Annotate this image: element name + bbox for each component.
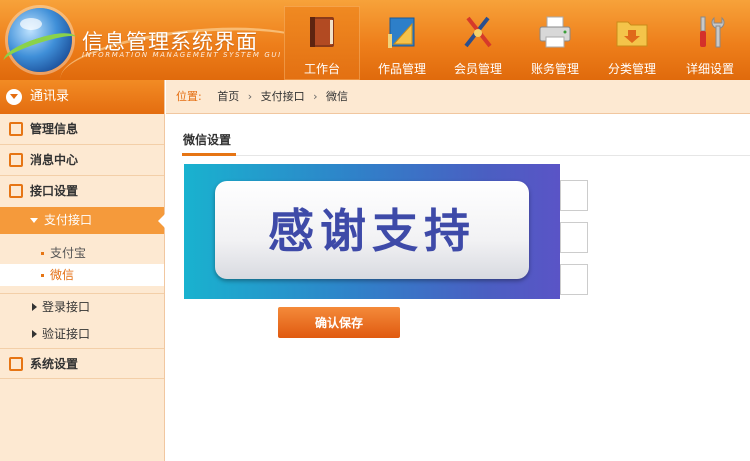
sidebar-header-contacts[interactable]: 通讯录 <box>0 80 164 114</box>
nav-item-workbench[interactable]: 工作台 <box>284 6 360 80</box>
settings-input-field[interactable] <box>560 222 588 253</box>
sidebar-leaf-wechat[interactable]: 微信 <box>0 264 164 286</box>
active-pointer-notch <box>158 214 165 228</box>
sidebar-item-label: 消息中心 <box>30 153 79 167</box>
app-subtitle: INFORMATION MANAGEMENT SYSTEM GUI <box>82 51 282 59</box>
caret-right-icon <box>32 330 37 338</box>
breadcrumb: 位置: 首页 › 支付接口 › 微信 <box>166 80 750 114</box>
sidebar-leaf-label: 支付宝 <box>50 246 87 260</box>
chevron-right-icon: › <box>313 90 318 103</box>
breadcrumb-current: 微信 <box>326 90 349 103</box>
nav-label: 作品管理 <box>377 62 426 76</box>
sidebar-item-verify-interface[interactable]: 验证接口 <box>0 321 164 348</box>
left-sidebar: 通讯录 管理信息 消息中心 接口设置 支付接口 支付宝 微信 登录接口 验证接口… <box>0 80 165 461</box>
breadcrumb-position-label: 位置: <box>176 90 202 103</box>
caret-right-icon <box>32 303 37 311</box>
top-header: 信息管理系统界面 INFORMATION MANAGEMENT SYSTEM G… <box>0 0 750 80</box>
confirm-save-button[interactable]: 确认保存 <box>278 307 400 338</box>
folder-icon <box>616 21 648 47</box>
breadcrumb-link-payment[interactable]: 支付接口 <box>261 90 305 103</box>
globe-logo-icon <box>0 8 80 72</box>
sidebar-item-label: 登录接口 <box>42 300 91 314</box>
list-icon <box>9 122 23 136</box>
bullet-icon <box>41 274 44 277</box>
sidebar-item-message-center[interactable]: 消息中心 <box>0 145 164 176</box>
message-icon <box>9 153 23 167</box>
sidebar-item-manage-info[interactable]: 管理信息 <box>0 114 164 145</box>
sidebar-item-label: 管理信息 <box>30 122 79 136</box>
nav-item-finance[interactable]: 账务管理 <box>517 6 593 78</box>
chevron-down-circle-icon <box>6 89 22 105</box>
settings-input-field[interactable] <box>560 264 588 295</box>
nav-item-works[interactable]: 作品管理 <box>364 6 440 78</box>
calendar-icon <box>9 357 23 371</box>
drawing-tools-icon <box>464 16 492 48</box>
banner-text: 感谢支持 <box>268 204 476 258</box>
bullet-icon <box>41 252 44 255</box>
sidebar-header-label: 通讯录 <box>30 89 70 104</box>
nav-item-members[interactable]: 会员管理 <box>440 6 516 78</box>
nav-label: 工作台 <box>303 62 340 76</box>
nav-item-categories[interactable]: 分类管理 <box>594 6 670 78</box>
nav-label: 详细设置 <box>685 62 734 76</box>
sidebar-item-login-interface[interactable]: 登录接口 <box>0 294 164 321</box>
breadcrumb-link-home[interactable]: 首页 <box>217 90 239 103</box>
book-icon <box>310 17 334 47</box>
nav-label: 账务管理 <box>530 62 579 76</box>
printer-icon <box>539 16 571 48</box>
tab-wechat-settings[interactable]: 微信设置 <box>182 131 236 156</box>
caret-down-icon <box>30 218 38 223</box>
banner-card: 感谢支持 <box>215 181 529 279</box>
edit-icon <box>9 184 23 198</box>
sidebar-leaf-alipay[interactable]: 支付宝 <box>0 242 164 264</box>
tools-icon <box>700 16 725 48</box>
settings-tabbar: 微信设置 <box>182 131 750 156</box>
thanks-banner-image: 感谢支持 <box>184 164 560 299</box>
sidebar-item-system-settings[interactable]: 系统设置 <box>0 348 164 379</box>
sidebar-item-label: 接口设置 <box>30 184 79 198</box>
ruler-triangle-icon <box>388 17 415 48</box>
nav-item-settings[interactable]: 详细设置 <box>672 6 748 78</box>
sidebar-item-interface-settings[interactable]: 接口设置 <box>0 176 164 207</box>
chevron-right-icon: › <box>247 90 253 103</box>
nav-label: 会员管理 <box>453 62 502 76</box>
sidebar-subitem-label: 支付接口 <box>44 213 93 227</box>
nav-label: 分类管理 <box>607 62 656 76</box>
settings-input-field[interactable] <box>560 180 588 211</box>
sidebar-item-label: 验证接口 <box>42 327 91 341</box>
sidebar-item-label: 系统设置 <box>30 357 79 371</box>
sidebar-leaf-label: 微信 <box>50 268 75 282</box>
sidebar-subitem-payment[interactable]: 支付接口 <box>0 207 165 234</box>
